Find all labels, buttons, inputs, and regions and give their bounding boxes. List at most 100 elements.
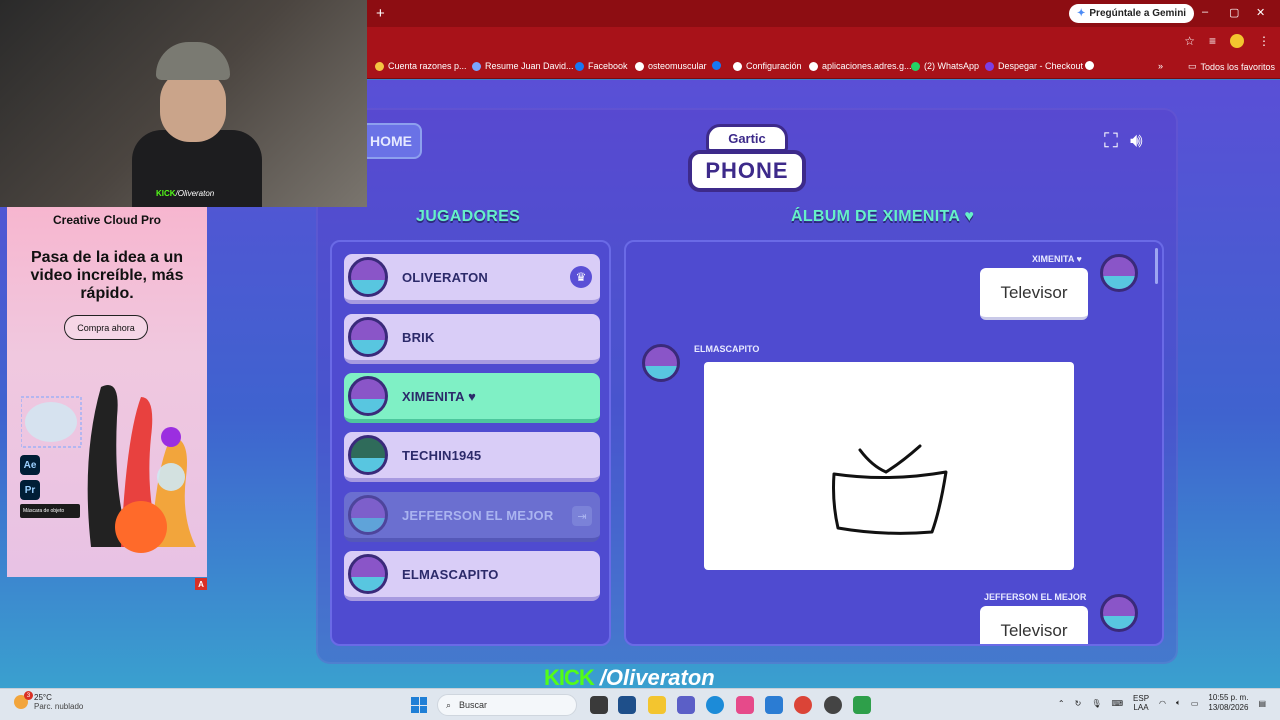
- globe-icon: [809, 61, 818, 71]
- drawing-canvas: [704, 362, 1074, 570]
- taskbar: 3 25°C Parc. nublado ⌕ Buscar ⌃ ↻ 🎙︎ ⌨ E…: [0, 688, 1280, 720]
- message-author: XIMENITA ♥: [1032, 254, 1082, 264]
- album-title: ÁLBUM DE XIMENITA ♥: [791, 208, 975, 225]
- webcam-overlay: KICK/Oliveraton: [0, 0, 367, 207]
- bookmark-item[interactable]: osteomuscular: [635, 61, 707, 71]
- bookmark-item[interactable]: Cuenta razones p...: [375, 61, 467, 71]
- minimize-button[interactable]: –: [1202, 6, 1208, 18]
- calendar-app-icon[interactable]: [618, 696, 636, 714]
- scrollbar[interactable]: [1155, 248, 1158, 284]
- more-bookmarks-icon[interactable]: »: [1158, 61, 1163, 71]
- guess-bubble: Televisor: [980, 606, 1088, 644]
- webcam-kick-tag: KICK/Oliveraton: [156, 189, 215, 198]
- system-tray: ⌃ ↻ 🎙︎ ⌨ ESP LAA ◠ 🔈︎ ▭ 10:55 p. m. 13/08/…: [1058, 693, 1266, 713]
- bookmark-item[interactable]: Despegar - Checkout: [985, 61, 1083, 71]
- player-name: JEFFERSON EL MEJOR: [402, 507, 554, 523]
- star-icon[interactable]: ☆: [1184, 34, 1195, 48]
- bookmark-icon: [985, 61, 994, 71]
- new-tab-button[interactable]: +: [376, 5, 385, 22]
- kick-handle: /Oliveraton: [599, 665, 715, 688]
- avatar: [348, 376, 388, 416]
- buy-now-button[interactable]: Compra ahora: [64, 315, 148, 340]
- ad-brand: Creative Cloud Pro: [52, 213, 162, 227]
- clock[interactable]: 10:55 p. m. 13/08/2026: [1208, 693, 1248, 713]
- ad-headline: Pasa de la idea a un video increíble, má…: [30, 249, 184, 302]
- wifi-icon[interactable]: ◠: [1159, 699, 1166, 708]
- edge-icon[interactable]: [706, 696, 724, 714]
- close-window-button[interactable]: ✕: [1256, 6, 1265, 19]
- github-icon[interactable]: [824, 696, 842, 714]
- file-explorer-icon[interactable]: [648, 696, 666, 714]
- player-item[interactable]: OLIVERATON ♛: [344, 254, 600, 304]
- search-icon: ⌕: [446, 699, 452, 710]
- teams-icon[interactable]: [677, 696, 695, 714]
- chevron-up-icon[interactable]: ⌃: [1058, 699, 1065, 708]
- microphone-icon[interactable]: 🎙︎: [1091, 699, 1101, 708]
- menu-icon[interactable]: ⋮: [1258, 34, 1270, 48]
- avatar: [642, 344, 680, 382]
- bookmark-item[interactable]: (2) WhatsApp: [911, 61, 979, 71]
- bookmark-item[interactable]: Resume Juan David...: [472, 61, 574, 71]
- gemini-label: Pregúntale a Gemini: [1089, 8, 1187, 19]
- weather-widget[interactable]: 3 25°C Parc. nublado: [14, 691, 83, 711]
- chrome-icon[interactable]: [794, 696, 812, 714]
- avatar: [348, 257, 388, 297]
- volume-icon[interactable]: 🔊︎: [1130, 130, 1143, 153]
- players-title: JUGADORES: [416, 208, 521, 225]
- search-placeholder: Buscar: [459, 700, 488, 710]
- bookmark-item[interactable]: [712, 61, 721, 70]
- avatar: [348, 435, 388, 475]
- taskbar-search[interactable]: ⌕ Buscar: [437, 694, 577, 716]
- all-bookmarks[interactable]: ▭ Todos los favoritos: [1188, 61, 1275, 72]
- outlook-icon[interactable]: [765, 696, 783, 714]
- adobe-ad[interactable]: Creative Cloud Pro Pasa de la idea a un …: [7, 207, 207, 577]
- player-name: TECHIN1945: [402, 447, 482, 463]
- ad-illustration: [21, 385, 196, 553]
- notifications-icon[interactable]: ▤: [1258, 699, 1266, 708]
- language-indicator[interactable]: ESP LAA: [1133, 694, 1149, 712]
- task-view-icon[interactable]: [590, 696, 608, 714]
- gemini-icon: ✦: [1077, 8, 1086, 19]
- guess-bubble: Televisor: [980, 268, 1088, 320]
- album-feed[interactable]: XIMENITA ♥ Televisor ELMASCAPITO JEFFERS…: [624, 240, 1164, 646]
- player-item[interactable]: BRIK: [344, 314, 600, 364]
- player-item[interactable]: XIMENITA ♥: [344, 373, 600, 423]
- reading-list-icon[interactable]: ≡: [1209, 34, 1216, 48]
- windows-start-icon[interactable]: [411, 697, 427, 713]
- profile-avatar[interactable]: [1230, 34, 1244, 48]
- ad-choices-icon[interactable]: A: [195, 578, 207, 590]
- fullscreen-icon[interactable]: ⛶: [1104, 130, 1118, 153]
- sync-icon[interactable]: ↻: [1075, 699, 1082, 708]
- ad-chip: Máscara de objeto: [20, 504, 80, 518]
- message-author: JEFFERSON EL MEJOR: [984, 592, 1087, 602]
- player-item[interactable]: JEFFERSON EL MEJOR ⇥: [344, 492, 600, 542]
- crown-icon: ♛: [570, 266, 592, 288]
- avatar: [348, 495, 388, 535]
- streamer-video: [132, 40, 262, 207]
- player-item[interactable]: ELMASCAPITO: [344, 551, 600, 601]
- kick-channel-banner: KICK /Oliveraton: [544, 665, 715, 688]
- bookmark-item[interactable]: aplicaciones.adres.g...: [809, 61, 912, 71]
- after-effects-icon: Ae: [20, 455, 40, 475]
- player-item[interactable]: TECHIN1945: [344, 432, 600, 482]
- player-name: ELMASCAPITO: [402, 566, 499, 582]
- gartic-phone-logo: Gartic PHONE: [688, 124, 806, 196]
- xbox-icon[interactable]: [853, 696, 871, 714]
- keyboard-icon[interactable]: ⌨: [1111, 699, 1123, 708]
- gear-icon: [733, 61, 742, 71]
- avatar: [1100, 594, 1138, 632]
- player-name: OLIVERATON: [402, 269, 489, 285]
- avatar: [348, 554, 388, 594]
- players-list: OLIVERATON ♛ BRIK XIMENITA ♥ TECHIN1945 …: [330, 240, 611, 646]
- player-name: XIMENITA ♥: [402, 388, 476, 404]
- bookmark-item[interactable]: Configuración: [733, 61, 802, 71]
- home-button[interactable]: HOME: [360, 123, 422, 159]
- facebook-icon: [575, 61, 584, 71]
- volume-tray-icon[interactable]: 🔈︎: [1176, 698, 1181, 708]
- google-icon[interactable]: [1085, 61, 1094, 70]
- gemini-button[interactable]: ✦ Pregúntale a Gemini: [1069, 4, 1195, 23]
- battery-icon[interactable]: ▭: [1191, 699, 1199, 708]
- copilot-icon[interactable]: [736, 696, 754, 714]
- maximize-button[interactable]: ▢: [1229, 6, 1239, 19]
- bookmark-item[interactable]: Facebook: [575, 61, 628, 71]
